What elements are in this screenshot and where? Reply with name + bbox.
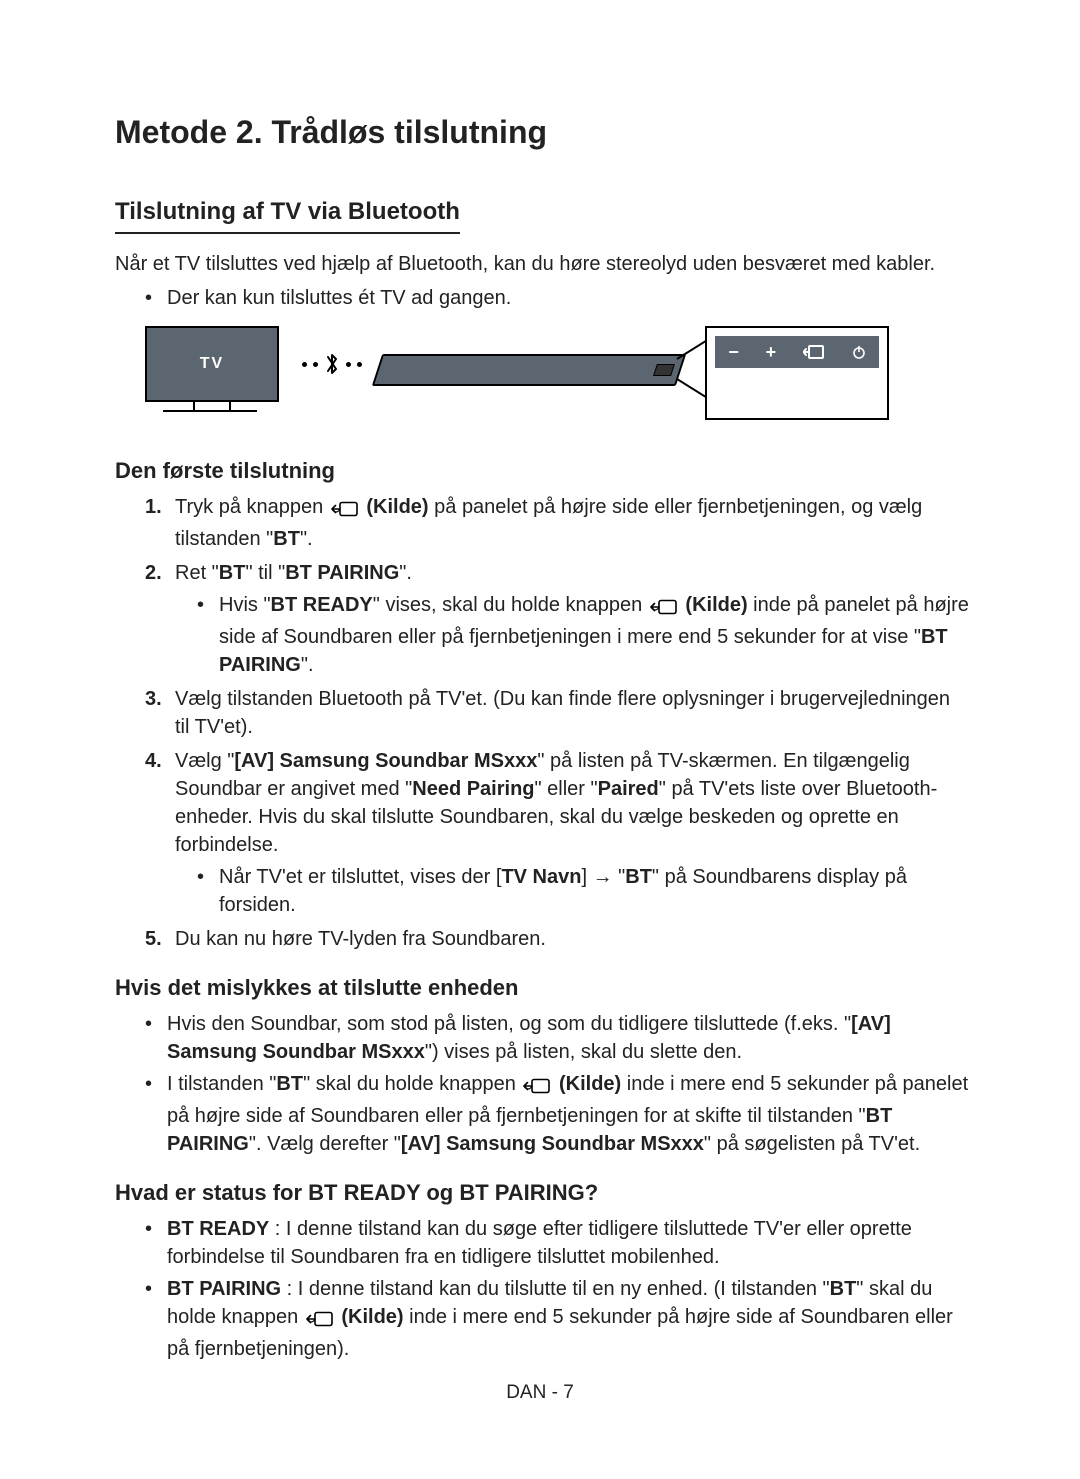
sub-heading-fail: Hvis det mislykkes at tilslutte enheden (115, 973, 970, 1004)
step-3: Vælg tilstanden Bluetooth på TV'et. (Du … (145, 685, 970, 741)
power-icon (852, 345, 866, 359)
status-bullet-ready: BT READY : I denne tilstand kan du søge … (145, 1215, 970, 1271)
source-icon (650, 595, 678, 623)
step-4: Vælg "[AV] Samsung Soundbar MSxxx" på li… (145, 747, 970, 919)
intro-paragraph: Når et TV tilsluttes ved hjælp af Blueto… (115, 250, 970, 278)
step-2-sub: Hvis "BT READY" vises, skal du holde kna… (197, 591, 970, 679)
page-title: Metode 2. Trådløs tilslutning (115, 110, 970, 155)
sub-heading-first-connection: Den første tilslutning (115, 456, 970, 487)
step-5: Du kan nu høre TV-lyden fra Soundbaren. (145, 925, 970, 953)
fail-bullet-2: I tilstanden "BT" skal du holde knappen … (145, 1070, 970, 1158)
diagram-soundbar (372, 354, 686, 386)
plus-icon: + (766, 340, 777, 365)
status-bullet-pairing: BT PAIRING : I denne tilstand kan du til… (145, 1275, 970, 1363)
step-4-sub: Når TV'et er tilsluttet, vises der [TV N… (197, 863, 970, 919)
intro-bullet: Der kan kun tilsluttes ét TV ad gangen. (145, 284, 970, 312)
diagram-bluetooth-link (287, 348, 377, 380)
source-icon (306, 1307, 334, 1335)
page-footer: DAN - 7 (0, 1380, 1080, 1407)
diagram-tv: TV (145, 326, 279, 402)
step-2: Ret "BT" til "BT PAIRING". Hvis "BT READ… (145, 559, 970, 679)
source-icon (523, 1074, 551, 1102)
connection-diagram: TV − + (145, 326, 885, 436)
section-heading-bluetooth: Tilslutning af TV via Bluetooth (115, 195, 460, 235)
source-icon (331, 497, 359, 525)
step-1: Tryk på knappen (Kilde) på panelet på hø… (145, 493, 970, 553)
sub-heading-status: Hvad er status for BT READY og BT PAIRIN… (115, 1178, 970, 1209)
bluetooth-icon (324, 351, 340, 377)
source-icon (803, 344, 825, 360)
minus-icon: − (728, 340, 739, 365)
fail-bullet-1: Hvis den Soundbar, som stod på listen, o… (145, 1010, 970, 1066)
diagram-tv-label: TV (200, 353, 224, 375)
diagram-side-panel: − + (705, 326, 889, 420)
